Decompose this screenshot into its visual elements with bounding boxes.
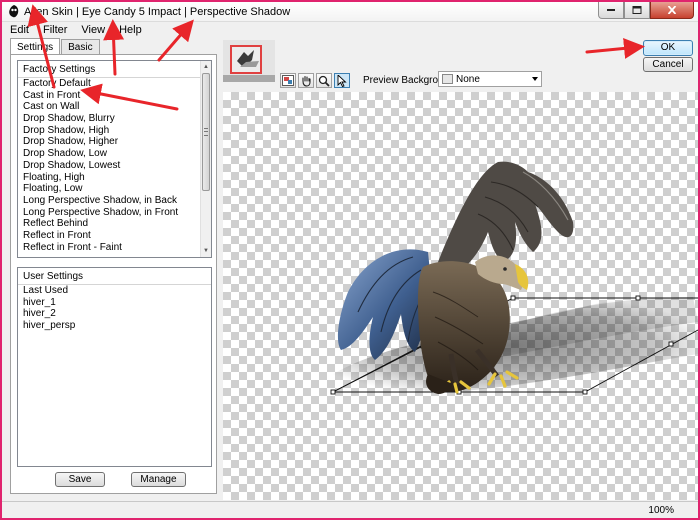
navigator-viewport[interactable] bbox=[230, 45, 262, 74]
navigator-icon bbox=[282, 75, 294, 86]
menu-view[interactable]: View bbox=[73, 22, 111, 38]
preview-background-value: None bbox=[456, 74, 480, 85]
preview-canvas[interactable] bbox=[223, 92, 698, 500]
factory-item-drop-shadow-higher[interactable]: Drop Shadow, Higher bbox=[18, 136, 211, 148]
navigator-button[interactable] bbox=[280, 73, 296, 88]
navigator-thumbnail[interactable] bbox=[223, 40, 275, 82]
user-settings-list[interactable]: User Settings Last Used hiver_1 hiver_2 … bbox=[17, 267, 212, 467]
factory-item-long-perspective-front[interactable]: Long Perspective Shadow, in Front bbox=[18, 207, 211, 219]
thumbnail-eagle-image bbox=[232, 47, 260, 72]
factory-item-drop-shadow-lowest[interactable]: Drop Shadow, Lowest bbox=[18, 160, 211, 172]
settings-panel: Factory Settings Factory Default Cast in… bbox=[10, 54, 217, 494]
pointer-tool-button[interactable] bbox=[334, 73, 350, 88]
menu-bar: Edit Filter View Help bbox=[2, 22, 698, 38]
scroll-up-arrow-icon[interactable]: ▲ bbox=[201, 62, 211, 72]
ok-button[interactable]: OK bbox=[643, 40, 693, 56]
factory-settings-header: Factory Settings bbox=[18, 61, 211, 78]
preview-background-select[interactable]: None bbox=[438, 71, 542, 87]
factory-item-cast-in-front[interactable]: Cast in Front bbox=[18, 90, 211, 102]
background-swatch-icon bbox=[442, 74, 453, 84]
plugin-window: Alien Skin | Eye Candy 5 Impact | Perspe… bbox=[0, 0, 700, 520]
factory-settings-list[interactable]: Factory Settings Factory Default Cast in… bbox=[17, 60, 212, 258]
menu-help[interactable]: Help bbox=[111, 22, 148, 38]
preview-image bbox=[318, 161, 698, 395]
minimize-icon bbox=[607, 9, 615, 11]
factory-item-drop-shadow-high[interactable]: Drop Shadow, High bbox=[18, 125, 211, 137]
minimize-button[interactable] bbox=[598, 2, 624, 19]
user-item-hiver-persp[interactable]: hiver_persp bbox=[18, 320, 211, 332]
manage-button[interactable]: Manage bbox=[131, 472, 186, 487]
maximize-button[interactable] bbox=[624, 2, 650, 19]
chevron-down-icon bbox=[532, 77, 538, 81]
factory-list-scrollbar[interactable]: ▲ ▼ bbox=[200, 61, 211, 257]
thumbnail-scroll-bar[interactable] bbox=[223, 75, 275, 82]
factory-item-cast-on-wall[interactable]: Cast on Wall bbox=[18, 101, 211, 113]
menu-edit[interactable]: Edit bbox=[2, 22, 35, 38]
factory-item-floating-high[interactable]: Floating, High bbox=[18, 172, 211, 184]
menu-filter[interactable]: Filter bbox=[35, 22, 73, 38]
user-item-hiver-1[interactable]: hiver_1 bbox=[18, 297, 211, 309]
scroll-down-arrow-icon[interactable]: ▼ bbox=[201, 246, 211, 256]
close-button[interactable] bbox=[650, 2, 694, 19]
user-item-hiver-2[interactable]: hiver_2 bbox=[18, 308, 211, 320]
factory-item-factory-default[interactable]: Factory Default bbox=[18, 78, 211, 90]
pointer-icon bbox=[337, 74, 347, 87]
save-button[interactable]: Save bbox=[55, 472, 105, 487]
window-controls bbox=[598, 2, 694, 20]
hand-icon bbox=[302, 75, 311, 87]
user-item-last-used[interactable]: Last Used bbox=[18, 285, 211, 297]
annotation-arrow-ok bbox=[585, 37, 645, 59]
settings-tabs: Settings Basic bbox=[10, 38, 101, 55]
factory-item-drop-shadow-low[interactable]: Drop Shadow, Low bbox=[18, 148, 211, 160]
close-icon bbox=[667, 6, 677, 14]
user-settings-header: User Settings bbox=[18, 268, 211, 285]
factory-item-floating-low[interactable]: Floating, Low bbox=[18, 183, 211, 195]
preview-toolbar bbox=[280, 73, 350, 88]
app-icon bbox=[9, 5, 19, 18]
factory-item-reflect-behind[interactable]: Reflect Behind bbox=[18, 218, 211, 230]
scroll-thumb[interactable] bbox=[202, 73, 210, 191]
cancel-button[interactable]: Cancel bbox=[643, 57, 693, 72]
hand-tool-button[interactable] bbox=[298, 73, 314, 88]
tab-basic[interactable]: Basic bbox=[61, 39, 100, 54]
factory-item-reflect-in-front[interactable]: Reflect in Front bbox=[18, 230, 211, 242]
tab-settings[interactable]: Settings bbox=[10, 38, 61, 55]
factory-item-drop-shadow-blurry[interactable]: Drop Shadow, Blurry bbox=[18, 113, 211, 125]
zoom-tool-button[interactable] bbox=[316, 73, 332, 88]
window-title: Alien Skin | Eye Candy 5 Impact | Perspe… bbox=[24, 6, 291, 18]
factory-item-reflect-in-front-faint[interactable]: Reflect in Front - Faint bbox=[18, 242, 211, 254]
title-bar: Alien Skin | Eye Candy 5 Impact | Perspe… bbox=[2, 2, 698, 22]
status-bar: 100% bbox=[2, 501, 698, 518]
zoom-level: 100% bbox=[648, 505, 674, 516]
maximize-icon bbox=[632, 6, 642, 14]
zoom-icon bbox=[318, 75, 330, 87]
factory-item-long-perspective-back[interactable]: Long Perspective Shadow, in Back bbox=[18, 195, 211, 207]
